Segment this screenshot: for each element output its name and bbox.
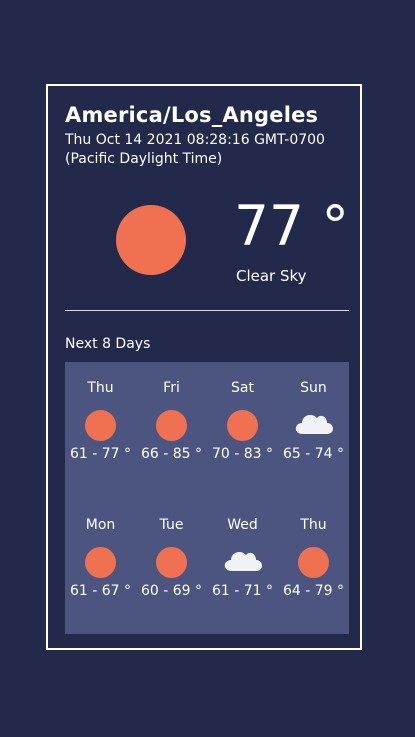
temperature-range: 60 - 69 ° [140, 583, 203, 599]
sun-icon [156, 547, 187, 578]
forecast-label: Next 8 Days [65, 336, 151, 352]
sun-icon [85, 410, 116, 441]
temperature-range: 66 - 85 ° [140, 446, 203, 462]
temperature-range: 64 - 79 ° [282, 583, 345, 599]
sun-icon [227, 410, 258, 441]
forecast-day: Wed 61 - 71 ° [207, 515, 278, 599]
current-temperature: 77 ° [234, 194, 349, 258]
temperature-range: 65 - 74 ° [282, 446, 345, 462]
cloud-icon [295, 415, 333, 434]
temperature-range: 70 - 83 ° [211, 446, 274, 462]
forecast-panel: Thu 61 - 77 ° Fri 66 - 85 ° Sat 70 - 83 … [65, 362, 349, 634]
sun-icon [116, 205, 186, 275]
day-name: Tue [159, 517, 184, 533]
day-name: Thu [300, 517, 327, 533]
forecast-day: Tue 60 - 69 ° [136, 515, 207, 599]
day-name: Sat [231, 380, 254, 396]
current-condition: Clear Sky [236, 267, 307, 285]
temperature-range: 61 - 71 ° [211, 583, 274, 599]
divider [65, 310, 349, 311]
forecast-day: Thu 64 - 79 ° [278, 515, 349, 599]
forecast-day: Mon 61 - 67 ° [65, 515, 136, 599]
day-name: Wed [227, 517, 258, 533]
sun-icon [85, 547, 116, 578]
forecast-day: Sun 65 - 74 ° [278, 378, 349, 462]
forecast-day: Fri 66 - 85 ° [136, 378, 207, 462]
forecast-day: Thu 61 - 77 ° [65, 378, 136, 462]
forecast-day: Sat 70 - 83 ° [207, 378, 278, 462]
current-datetime: Thu Oct 14 2021 08:28:16 GMT-0700 (Pacif… [65, 132, 325, 167]
day-name: Sun [300, 380, 327, 396]
day-name: Thu [87, 380, 114, 396]
cloud-icon [224, 552, 262, 571]
weather-card: America/Los_Angeles Thu Oct 14 2021 08:2… [46, 84, 362, 650]
timezone-title: America/Los_Angeles [65, 103, 319, 127]
day-name: Fri [163, 380, 180, 396]
sun-icon [156, 410, 187, 441]
day-name: Mon [85, 517, 116, 533]
temperature-range: 61 - 67 ° [69, 583, 132, 599]
temperature-range: 61 - 77 ° [69, 446, 132, 462]
sun-icon [298, 547, 329, 578]
